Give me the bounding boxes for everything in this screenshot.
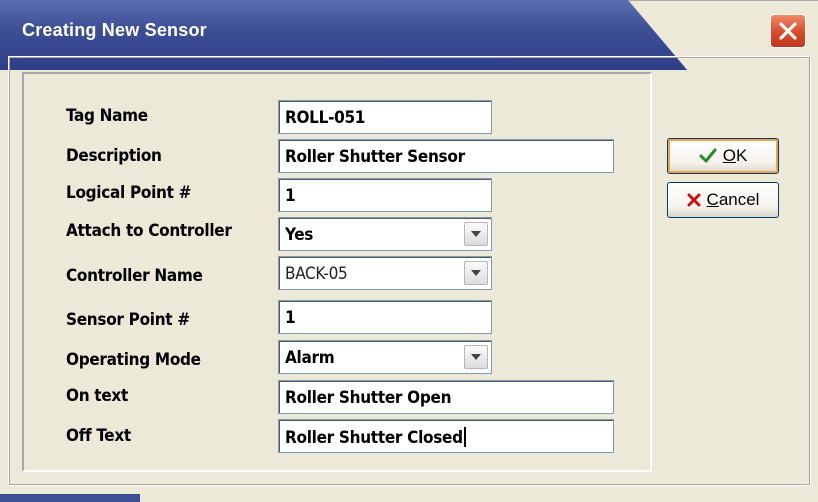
operating-mode-value: Alarm: [285, 348, 335, 368]
attach-to-controller-select[interactable]: Yes: [278, 217, 492, 251]
off-text-value: Roller Shutter Closed: [285, 428, 463, 448]
description-label: Description: [66, 146, 162, 166]
controller-name-dropdown-button[interactable]: [464, 261, 488, 285]
tag-name-label: Tag Name: [66, 106, 148, 126]
sensor-point-input[interactable]: 1: [278, 300, 492, 334]
controller-name-label: Controller Name: [66, 266, 203, 286]
on-text-value: Roller Shutter Open: [285, 388, 452, 408]
text-cursor: [463, 427, 466, 447]
ok-button-label: OK: [722, 146, 748, 165]
chevron-down-icon: [471, 231, 481, 237]
tag-name-input[interactable]: ROLL-051: [278, 100, 492, 134]
chevron-down-icon: [471, 270, 481, 276]
attach-to-controller-label: Attach to Controller: [66, 221, 232, 241]
operating-mode-select[interactable]: Alarm: [278, 340, 492, 374]
off-text-input[interactable]: Roller Shutter Closed: [278, 419, 614, 453]
logical-point-value: 1: [285, 186, 296, 206]
attach-to-controller-dropdown-button[interactable]: [464, 222, 488, 246]
description-value: Roller Shutter Sensor: [285, 147, 465, 167]
on-text-label: On text: [66, 386, 128, 406]
sensor-point-label: Sensor Point #: [66, 310, 190, 330]
x-icon: [687, 193, 701, 207]
chevron-down-icon: [471, 354, 481, 360]
description-input[interactable]: Roller Shutter Sensor: [278, 139, 614, 173]
close-icon: [779, 22, 797, 40]
tag-name-value: ROLL-051: [285, 108, 366, 128]
ok-button[interactable]: OK: [667, 138, 779, 174]
window-title: Creating New Sensor: [22, 20, 207, 40]
cancel-button-label: Cancel: [706, 190, 760, 209]
close-button[interactable]: [770, 14, 806, 48]
background-window-edge: [0, 494, 140, 502]
attach-to-controller-value: Yes: [285, 225, 314, 245]
logical-point-input[interactable]: 1: [278, 178, 492, 212]
sensor-point-value: 1: [285, 308, 296, 328]
cancel-button[interactable]: Cancel: [667, 182, 779, 218]
on-text-input[interactable]: Roller Shutter Open: [278, 380, 614, 414]
check-icon: [699, 148, 717, 163]
operating-mode-label: Operating Mode: [66, 350, 201, 370]
off-text-label: Off Text: [66, 426, 131, 446]
operating-mode-dropdown-button[interactable]: [464, 345, 488, 369]
controller-name-select[interactable]: BACK-05: [278, 256, 492, 290]
logical-point-label: Logical Point #: [66, 183, 192, 203]
controller-name-value: BACK-05: [285, 264, 348, 284]
